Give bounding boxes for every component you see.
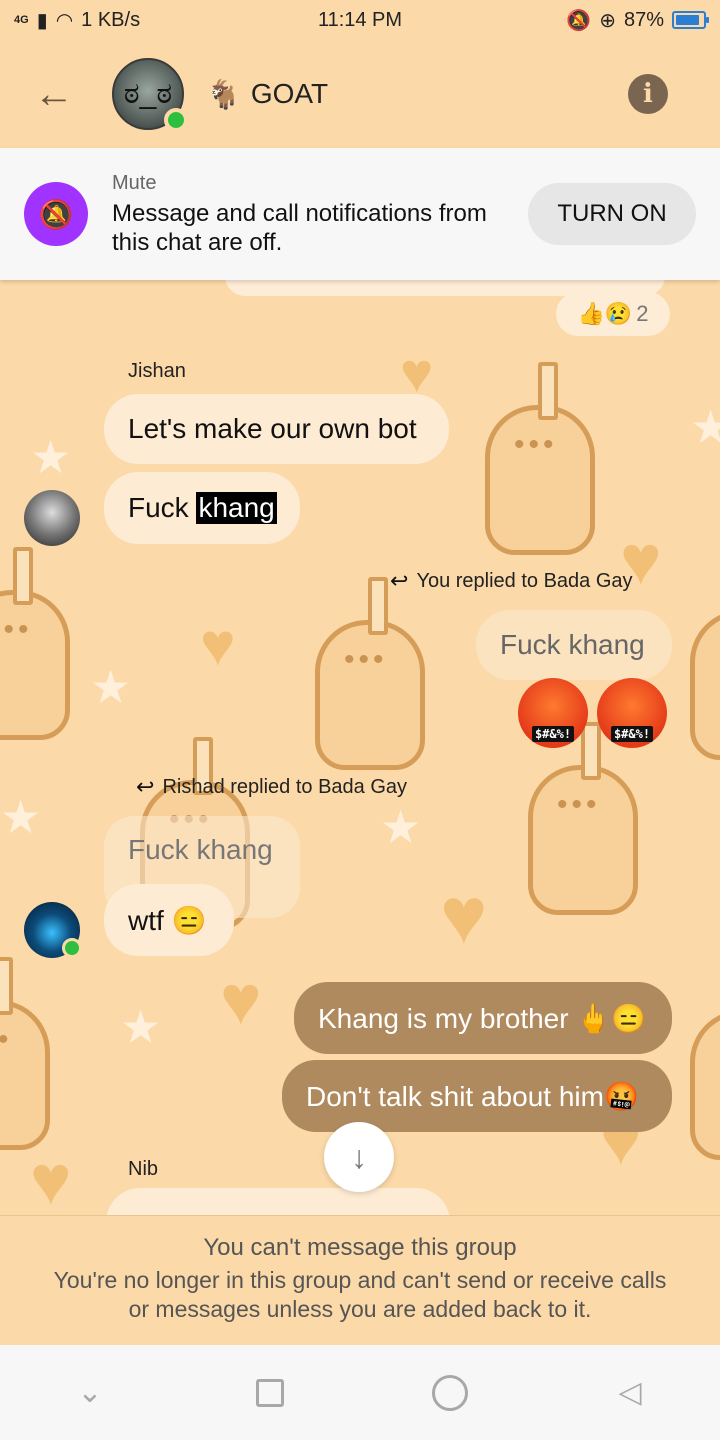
chat-title-area[interactable]: 🐐 GOAT: [206, 78, 328, 111]
reaction-summary[interactable]: 👍😢 2: [556, 292, 670, 336]
angry-sticker[interactable]: $#&%!: [597, 678, 667, 748]
sticker-symbols: $#&%!: [610, 726, 654, 742]
selected-text[interactable]: khang: [196, 492, 277, 524]
square-icon: [256, 1378, 284, 1407]
star-decoration: ★: [0, 791, 42, 843]
scroll-down-button[interactable]: ↓: [324, 1122, 394, 1192]
message-bubble[interactable]: Fuck khang: [104, 472, 300, 544]
message-text: Don't talk shit about him🤬: [306, 1080, 639, 1112]
recents-button[interactable]: [240, 1363, 300, 1423]
sender-name: Jishan: [128, 360, 186, 382]
mute-label: Mute: [112, 171, 157, 194]
boba-decoration: [690, 1010, 720, 1160]
arrow-down-icon: ↓: [351, 1138, 367, 1175]
boba-decoration: [690, 610, 720, 760]
message-text: Khang is my brother 🖕😑: [318, 1002, 647, 1034]
star-decoration: ★: [90, 661, 132, 713]
avatar[interactable]: [24, 490, 80, 546]
message-bubble[interactable]: wtf 😑: [104, 884, 234, 956]
star-decoration: ★: [380, 801, 422, 853]
status-bar: 4G ▮ ◠ 1 KB/s 11:14 PM 🔕 ⊕ 87%: [0, 0, 720, 40]
system-nav-bar: ⌄ ◁: [0, 1345, 720, 1440]
reply-note-text: You replied to Bada Gay: [416, 569, 633, 592]
wifi-icon: ◠: [55, 9, 74, 32]
mute-text: Mute Message and call notifications from…: [112, 172, 522, 257]
heart-decoration: ♥: [30, 1141, 72, 1215]
mute-banner: 🔕 Mute Message and call notifications fr…: [0, 148, 720, 280]
message-list[interactable]: ♥ ♥ ♥ ♥ ♥ ♥ ♥ ★ ★ ★ ★ ★ ★ 👍😢 2 Jishan Le…: [0, 280, 720, 1215]
message-bubble[interactable]: Khang is my brother 🖕😑: [294, 982, 672, 1054]
triangle-back-icon: ◁: [618, 1376, 642, 1409]
heart-decoration: ♥: [220, 961, 262, 1039]
boba-decoration: [315, 577, 425, 770]
message-text: Let's make our own bot: [128, 413, 417, 444]
back-button[interactable]: ◁: [600, 1363, 660, 1423]
angry-sticker[interactable]: $#&%!: [518, 678, 588, 748]
reaction-emojis: 👍😢: [577, 301, 633, 326]
removed-notice-title: You can't message this group: [203, 1234, 517, 1261]
online-indicator: [62, 938, 82, 958]
group-avatar[interactable]: ಠ_ಠ: [112, 58, 188, 132]
mute-description: Message and call notifications from this…: [112, 199, 487, 256]
battery-percent: 87%: [623, 8, 664, 31]
message-bubble[interactable]: [106, 1188, 450, 1215]
rotation-lock-icon: ⊕: [599, 9, 616, 32]
info-icon[interactable]: i: [628, 74, 668, 114]
circle-icon: [432, 1374, 468, 1411]
quoted-message[interactable]: Fuck khang: [476, 610, 672, 680]
removed-notice-description: You're no longer in this group and can't…: [53, 1267, 667, 1322]
star-decoration: ★: [30, 431, 72, 483]
chat-header: ← ಠ_ಠ 🐐 GOAT i: [0, 40, 720, 148]
goat-emoji: 🐐: [206, 78, 241, 110]
reply-icon: ↩: [136, 774, 155, 799]
bell-off-icon: 🔕: [24, 182, 88, 246]
boba-decoration: [0, 957, 50, 1150]
star-decoration: ★: [690, 401, 720, 453]
reply-note: ↩ Rishad replied to Bada Gay: [136, 774, 407, 800]
signal-icon: ▮: [36, 9, 48, 32]
message-bubble[interactable]: Don't talk shit about him🤬: [282, 1060, 672, 1132]
message-bubble[interactable]: Let's make our own bot: [104, 394, 449, 464]
home-button[interactable]: [420, 1363, 480, 1423]
star-decoration: ★: [120, 1001, 162, 1053]
status-right: 🔕 ⊕ 87%: [566, 8, 709, 33]
arrow-left-icon[interactable]: ←: [24, 64, 84, 124]
reply-note-text: Rishad replied to Bada Gay: [162, 775, 408, 798]
network-speed: 1 KB/s: [81, 8, 141, 31]
turn-on-button[interactable]: TURN ON: [528, 183, 696, 245]
mute-status-icon: 🔕: [566, 9, 592, 32]
chat-title: GOAT: [250, 78, 329, 109]
reaction-count: 2: [636, 301, 649, 326]
sender-name: Nib: [128, 1158, 159, 1180]
removed-notice: You can't message this group You're no l…: [0, 1215, 720, 1345]
reply-icon: ↩: [390, 568, 409, 593]
network-label: 4G: [14, 13, 29, 26]
heart-decoration: ♥: [440, 871, 488, 960]
battery-fill: [676, 15, 699, 25]
quoted-text: Fuck khang: [128, 834, 273, 865]
chevron-down-icon[interactable]: ⌄: [60, 1363, 120, 1423]
status-left: 4G ▮ ◠ 1 KB/s: [14, 8, 140, 33]
sticker-symbols: $#&%!: [531, 726, 575, 742]
boba-decoration: [528, 722, 638, 915]
boba-decoration: [0, 547, 70, 740]
message-text: Fuck: [128, 492, 197, 523]
boba-decoration: [485, 362, 595, 555]
heart-decoration: ♥: [200, 611, 236, 678]
online-indicator: [164, 108, 188, 132]
reply-note: ↩ You replied to Bada Gay: [390, 568, 633, 594]
battery-icon: [672, 11, 709, 29]
quoted-text: Fuck khang: [500, 629, 645, 660]
message-text: wtf 😑: [128, 904, 207, 936]
